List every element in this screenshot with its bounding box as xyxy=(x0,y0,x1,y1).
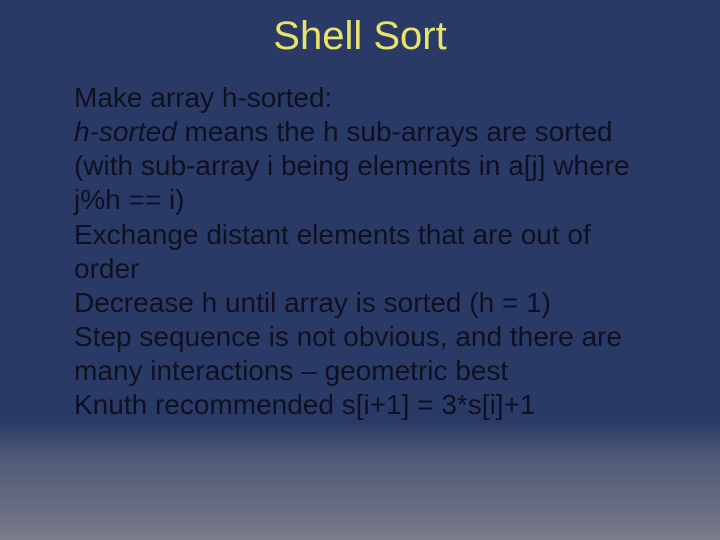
slide-title: Shell Sort xyxy=(0,0,720,81)
italic-term: h-sorted xyxy=(74,116,177,147)
body-line-4: Decrease h until array is sorted (h = 1) xyxy=(74,286,646,320)
slide: Shell Sort Make array h-sorted: h-sorted… xyxy=(0,0,720,540)
body-line-5: Step sequence is not obvious, and there … xyxy=(74,320,646,388)
body-line-6: Knuth recommended s[i+1] = 3*s[i]+1 xyxy=(74,388,646,422)
body-line-2: h-sorted means the h sub-arrays are sort… xyxy=(74,115,646,217)
body-line-3: Exchange distant elements that are out o… xyxy=(74,218,646,286)
slide-body: Make array h-sorted: h-sorted means the … xyxy=(0,81,720,423)
body-line-1: Make array h-sorted: xyxy=(74,81,646,115)
